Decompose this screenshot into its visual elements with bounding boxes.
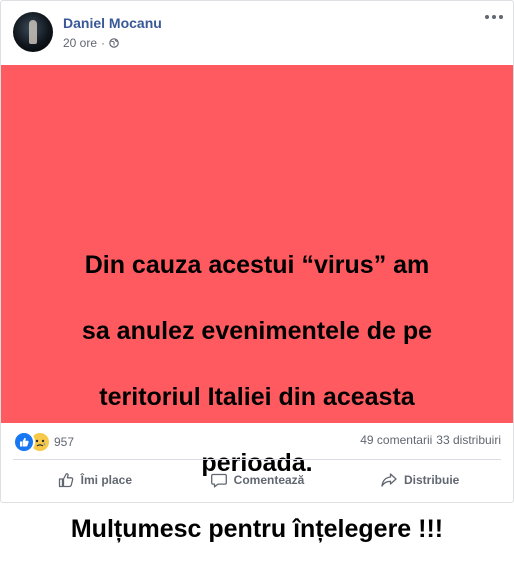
post-text-line-3: teritoriul Italiei din aceasta xyxy=(99,383,415,411)
comment-count[interactable]: 49 comentarii xyxy=(360,433,432,447)
reactions-summary[interactable]: 957 xyxy=(13,431,74,453)
author-name[interactable]: Daniel Mocanu xyxy=(63,15,162,31)
thumbs-up-icon xyxy=(58,473,73,488)
post-time[interactable]: 20 ore xyxy=(63,36,97,50)
post-header: Daniel Mocanu 20 ore · xyxy=(1,1,513,65)
post-text-line-5: Mulțumesc pentru înțelegere !!! xyxy=(70,515,444,543)
like-label: Îmi place xyxy=(80,473,133,487)
comment-button[interactable]: Comentează xyxy=(176,463,339,497)
post-text: Din cauza acestui “virus” am sa anulez e… xyxy=(1,216,513,579)
facebook-post: Daniel Mocanu 20 ore · Din cauza acestui… xyxy=(0,0,514,543)
engagement-counts: 49 comentarii 33 distribuiri xyxy=(360,433,501,447)
share-icon xyxy=(381,473,397,487)
post-meta: 20 ore · xyxy=(63,36,119,50)
like-button[interactable]: Îmi place xyxy=(13,463,176,497)
share-label: Distribuie xyxy=(404,473,460,487)
comment-icon xyxy=(210,473,227,488)
like-reaction-icon xyxy=(13,431,35,453)
actions-divider xyxy=(13,459,501,460)
meta-separator: · xyxy=(101,36,106,50)
globe-icon[interactable] xyxy=(109,38,119,48)
post-stats: 957 49 comentarii 33 distribuiri xyxy=(13,429,501,453)
share-button[interactable]: Distribuie xyxy=(338,463,501,497)
post-text-line-2: sa anulez evenimentele de pe xyxy=(81,317,433,345)
post-text-background: Din cauza acestui “virus” am sa anulez e… xyxy=(1,65,513,543)
post-text-line-1: Din cauza acestui “virus” am xyxy=(84,251,430,279)
more-options-icon[interactable] xyxy=(485,15,503,19)
avatar[interactable] xyxy=(13,12,53,52)
comment-label: Comentează xyxy=(233,473,305,487)
post-actions: Îmi place Comentează Distribuie xyxy=(13,463,501,497)
reaction-count: 957 xyxy=(54,435,75,449)
share-count[interactable]: 33 distribuiri xyxy=(436,433,501,447)
